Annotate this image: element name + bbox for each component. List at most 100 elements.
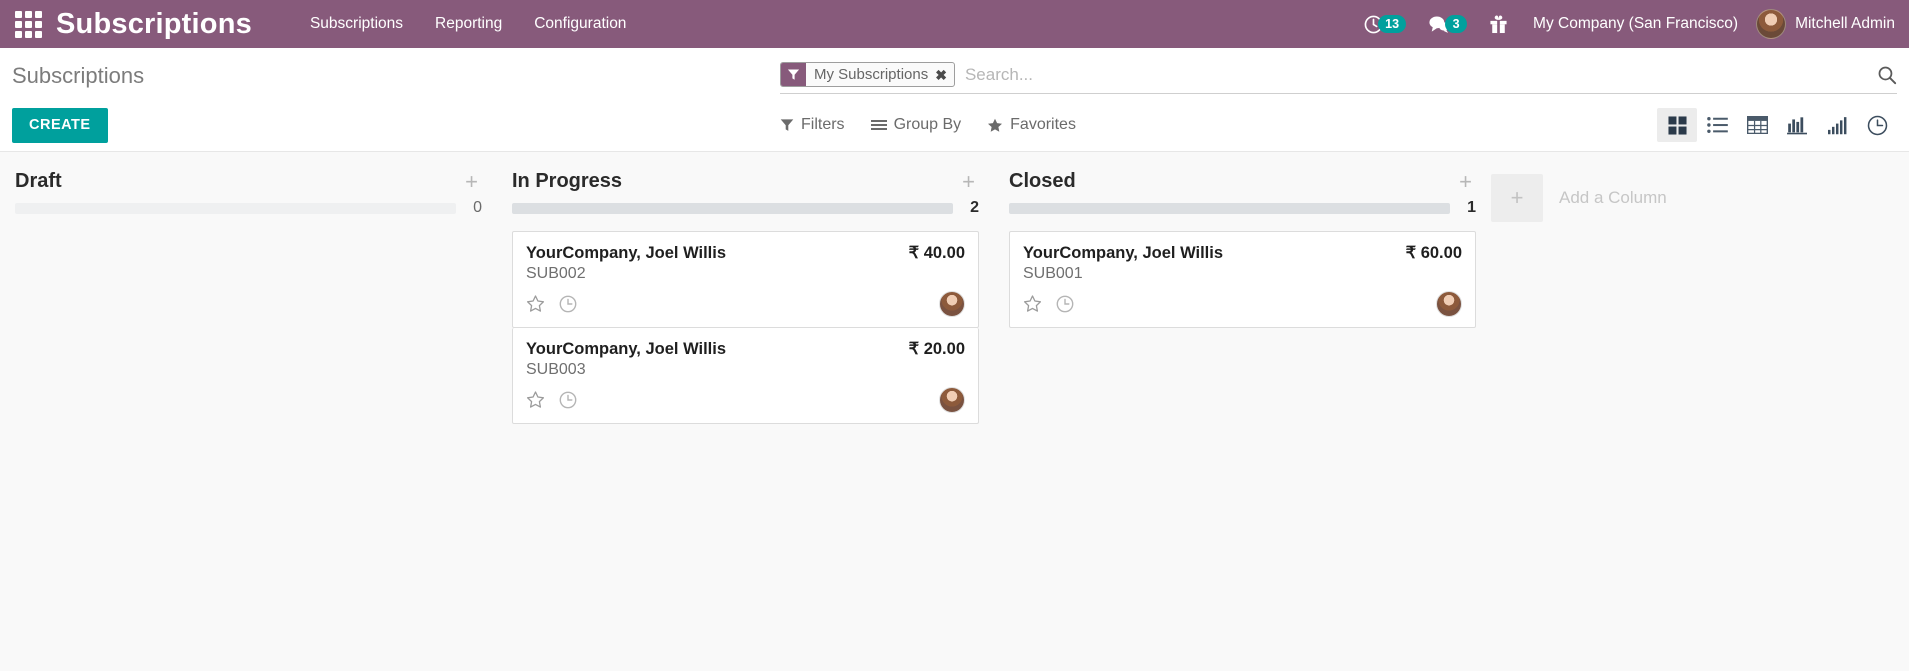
kanban-column-title: In Progress — [512, 170, 623, 192]
user-avatar — [1756, 9, 1787, 39]
kanban-card-avatar[interactable] — [1436, 291, 1462, 317]
ascending-bars-view-icon — [1827, 116, 1846, 134]
user-name-label: Mitchell Admin — [1795, 15, 1895, 32]
gift-icon — [1490, 15, 1507, 34]
menu-item-configuration[interactable]: Configuration — [518, 0, 642, 48]
view-switcher — [1657, 108, 1897, 142]
progress-bar[interactable] — [1009, 202, 1450, 214]
kanban-card-icon-group — [526, 295, 577, 313]
view-button-dashboard[interactable] — [1857, 108, 1897, 142]
search-dropdown-menus: Filters Group By Favorites — [780, 116, 1076, 134]
filters-dropdown[interactable]: Filters — [780, 116, 845, 134]
search-facet-my-subscriptions[interactable]: My Subscriptions ✖ — [780, 62, 955, 87]
star-outline-icon[interactable] — [526, 391, 545, 409]
clock-icon[interactable] — [1056, 295, 1074, 313]
search-facet-label-group: My Subscriptions ✖ — [806, 63, 954, 86]
kanban-card[interactable]: YourCompany, Joel Willis ₹ 40.00 SUB002 — [512, 231, 979, 328]
view-button-kanban[interactable] — [1657, 108, 1697, 142]
apps-grid-icon — [14, 10, 42, 38]
main-menu: Subscriptions Reporting Configuration — [294, 0, 642, 48]
kanban-card[interactable]: YourCompany, Joel Willis ₹ 20.00 SUB003 — [512, 328, 979, 424]
add-column-label[interactable]: Add a Column — [1559, 188, 1667, 208]
clock-view-icon — [1867, 115, 1887, 135]
list-view-icon — [1706, 116, 1728, 134]
view-button-graph[interactable] — [1777, 108, 1817, 142]
bar-chart-view-icon — [1786, 116, 1807, 134]
kanban-card-amount: ₹ 60.00 — [1405, 244, 1462, 262]
kanban-card-avatar[interactable] — [939, 387, 965, 413]
kanban-column-add-record-button[interactable]: + — [461, 170, 482, 193]
kanban-column-count: 2 — [970, 199, 979, 216]
messaging-menu-button[interactable]: 3 — [1417, 0, 1478, 48]
kanban-card-footer — [526, 290, 965, 318]
kanban-card-icon-group — [1023, 295, 1074, 313]
clock-icon[interactable] — [559, 295, 577, 313]
messaging-count-badge: 3 — [1445, 15, 1468, 33]
top-navbar: Subscriptions Subscriptions Reporting Co… — [0, 0, 1909, 48]
group-by-dropdown[interactable]: Group By — [870, 116, 962, 134]
kanban-column-header: Closed + — [1009, 152, 1476, 199]
kanban-column-records: YourCompany, Joel Willis ₹ 40.00 SUB002 — [512, 231, 979, 424]
kanban-card-reference: SUB002 — [526, 265, 586, 282]
breadcrumb: Subscriptions — [12, 63, 145, 88]
clock-icon[interactable] — [559, 391, 577, 409]
kanban-column-progressbar: 2 — [512, 199, 979, 231]
plus-icon[interactable]: + — [1491, 174, 1543, 222]
create-button[interactable]: CREATE — [12, 107, 108, 143]
gift-menu-button[interactable] — [1478, 0, 1519, 48]
menu-item-subscriptions[interactable]: Subscriptions — [294, 0, 419, 48]
kanban-card-header: YourCompany, Joel Willis ₹ 60.00 — [1023, 243, 1462, 263]
kanban-column-progressbar: 1 — [1009, 199, 1476, 231]
group-by-lines-icon — [870, 120, 887, 130]
control-panel: Subscriptions My Subscriptions ✖ CREATE — [0, 48, 1909, 152]
filter-funnel-icon — [780, 119, 794, 131]
kanban-card-icon-group — [526, 391, 577, 409]
kanban-column-header: Draft + — [15, 152, 482, 199]
group-by-label: Group By — [893, 116, 962, 133]
star-outline-icon[interactable] — [1023, 295, 1042, 313]
star-icon — [988, 118, 1003, 132]
search-view: My Subscriptions ✖ — [780, 62, 1897, 94]
kanban-column-records: YourCompany, Joel Willis ₹ 60.00 SUB001 — [1009, 231, 1476, 328]
search-facet-label: My Subscriptions — [814, 66, 929, 83]
kanban-card-amount: ₹ 20.00 — [908, 340, 965, 358]
kanban-column-add-record-button[interactable]: + — [1455, 170, 1476, 193]
search-input[interactable] — [954, 64, 1867, 85]
user-menu-button[interactable]: Mitchell Admin — [1752, 9, 1895, 39]
view-button-list[interactable] — [1697, 108, 1737, 142]
kanban-column-draft: Draft + 0 — [0, 152, 497, 671]
kanban-column-progressbar: 0 — [15, 199, 482, 231]
progress-bar[interactable] — [512, 202, 953, 214]
app-brand-title[interactable]: Subscriptions — [56, 8, 252, 41]
progress-bar[interactable] — [15, 202, 456, 214]
kanban-card-partner: YourCompany, Joel Willis — [526, 244, 727, 262]
kanban-card-reference: SUB001 — [1023, 265, 1083, 282]
kanban-board: Draft + 0 In Progress + 2 YourCompany, J… — [0, 152, 1909, 671]
apps-menu-button[interactable] — [0, 0, 56, 48]
kanban-card-header: YourCompany, Joel Willis ₹ 40.00 — [526, 243, 965, 263]
kanban-card-avatar[interactable] — [939, 291, 965, 317]
close-x-icon[interactable]: ✖ — [935, 68, 947, 82]
kanban-card-partner: YourCompany, Joel Willis — [526, 340, 727, 358]
kanban-column-count: 1 — [1467, 199, 1476, 216]
favorites-dropdown[interactable]: Favorites — [987, 116, 1076, 134]
filters-label: Filters — [801, 116, 845, 133]
pivot-view-icon — [1746, 116, 1768, 134]
star-outline-icon[interactable] — [526, 295, 545, 313]
menu-item-reporting[interactable]: Reporting — [419, 0, 518, 48]
kanban-card[interactable]: YourCompany, Joel Willis ₹ 60.00 SUB001 — [1009, 231, 1476, 328]
kanban-card-amount: ₹ 40.00 — [908, 244, 965, 262]
view-button-pivot[interactable] — [1737, 108, 1777, 142]
company-switcher[interactable]: My Company (San Francisco) — [1519, 15, 1752, 33]
kanban-column-add-record-button[interactable]: + — [958, 170, 979, 193]
kanban-view-icon — [1667, 115, 1687, 135]
kanban-card-footer — [1023, 290, 1462, 318]
activity-count-badge: 13 — [1378, 15, 1407, 33]
activity-menu-button[interactable]: 13 — [1352, 0, 1417, 48]
add-column-zone[interactable]: + Add a Column — [1491, 152, 1851, 222]
view-button-cohort[interactable] — [1817, 108, 1857, 142]
kanban-card-header: YourCompany, Joel Willis ₹ 20.00 — [526, 339, 965, 359]
search-icon[interactable] — [1867, 65, 1897, 85]
kanban-column-title: Closed — [1009, 170, 1076, 192]
kanban-column-title: Draft — [15, 170, 62, 192]
